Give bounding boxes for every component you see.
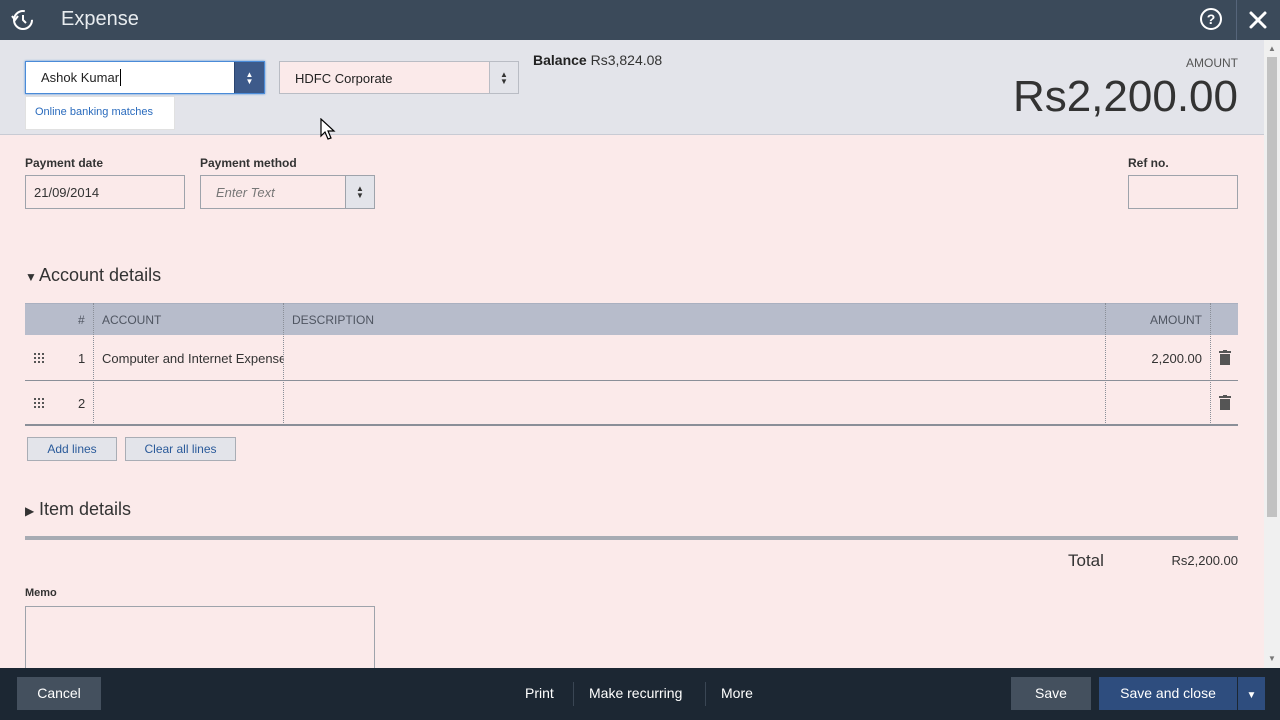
window-title: Expense <box>61 8 139 30</box>
payment-method-placeholder: Enter Text <box>216 185 275 200</box>
sort-arrows-icon: ▲ ▼ <box>245 69 254 86</box>
total-divider <box>25 536 1238 540</box>
scrollbar-thumb[interactable] <box>1267 57 1277 517</box>
chevron-down-icon: ▼ <box>1246 690 1257 701</box>
clear-all-lines-button[interactable]: Clear all lines <box>125 437 236 461</box>
col-account-header: ACCOUNT <box>102 313 162 327</box>
payment-date-value: 21/09/2014 <box>34 185 100 200</box>
column-divider <box>1105 303 1106 425</box>
payee-dropdown-button[interactable]: ▲ ▼ <box>234 62 264 93</box>
payment-method-select[interactable]: Enter Text ▲ ▼ <box>200 175 375 209</box>
col-num-header: # <box>78 313 85 327</box>
sort-arrows-icon: ▲ ▼ <box>500 69 508 86</box>
item-details-toggle[interactable]: ▶ Item details <box>25 499 131 520</box>
title-bar: Expense ? <box>0 0 1280 40</box>
memo-label: Memo <box>25 587 57 599</box>
total-value: Rs2,200.00 <box>1171 553 1239 568</box>
online-banking-matches-suggestion[interactable]: Online banking matches <box>25 96 175 130</box>
save-and-close-button[interactable]: Save and close <box>1099 677 1237 710</box>
amount-total: Rs2,200.00 <box>1012 72 1238 121</box>
table-row[interactable]: 2 <box>25 381 1238 426</box>
table-row[interactable]: 1 Computer and Internet Expense 2,200.00 <box>25 336 1238 381</box>
payment-date-label: Payment date <box>25 156 104 170</box>
save-options-dropdown-button[interactable]: ▼ <box>1238 677 1265 710</box>
cancel-button[interactable]: Cancel <box>17 677 101 710</box>
column-divider <box>283 303 284 425</box>
column-divider <box>93 303 94 425</box>
payment-account-value: HDFC Corporate <box>295 71 393 86</box>
help-icon[interactable]: ? <box>1199 7 1223 31</box>
total-label: Total <box>1068 551 1104 570</box>
footer-divider <box>705 682 706 706</box>
sort-arrows-icon: ▲ ▼ <box>356 184 364 200</box>
scroll-down-icon[interactable]: ▼ <box>1268 654 1276 663</box>
save-button[interactable]: Save <box>1011 677 1091 710</box>
payment-method-label: Payment method <box>200 156 297 170</box>
payee-input[interactable]: Ashok Kumar <box>41 70 119 85</box>
trash-icon[interactable] <box>1219 395 1231 410</box>
table-header: # ACCOUNT DESCRIPTION AMOUNT <box>25 303 1238 335</box>
balance-value: Rs3,824.08 <box>590 52 663 68</box>
expand-triangle-icon: ▶ <box>25 504 35 518</box>
close-icon[interactable] <box>1246 8 1270 32</box>
col-description-header: DESCRIPTION <box>292 313 375 327</box>
memo-textarea[interactable] <box>25 606 375 676</box>
text-caret <box>120 69 121 86</box>
add-lines-button[interactable]: Add lines <box>27 437 117 461</box>
item-details-title: Item details <box>39 499 132 519</box>
row-number: 1 <box>78 351 86 366</box>
more-button[interactable]: More <box>721 685 753 701</box>
ref-no-field[interactable] <box>1128 175 1238 209</box>
column-divider <box>1210 303 1211 425</box>
footer-bar: Cancel Print Make recurring More Save Sa… <box>0 668 1280 720</box>
payment-account-select[interactable]: HDFC Corporate ▲ ▼ <box>279 61 519 94</box>
account-details-title: Account details <box>39 265 162 285</box>
footer-divider <box>573 682 574 706</box>
vertical-scrollbar[interactable]: ▲ ▼ <box>1264 40 1280 668</box>
print-button[interactable]: Print <box>525 685 554 701</box>
row-account[interactable]: Computer and Internet Expense <box>102 351 284 366</box>
payment-method-dropdown-button[interactable]: ▲ ▼ <box>345 176 374 208</box>
title-divider <box>1236 0 1237 40</box>
collapse-triangle-icon: ▼ <box>25 270 37 284</box>
ref-no-label: Ref no. <box>1128 156 1169 170</box>
scroll-up-icon[interactable]: ▲ <box>1268 44 1276 53</box>
make-recurring-button[interactable]: Make recurring <box>589 685 682 701</box>
payment-account-dropdown-button[interactable]: ▲ ▼ <box>489 62 518 93</box>
svg-text:?: ? <box>1207 11 1216 27</box>
account-details-toggle[interactable]: ▼ Account details <box>25 265 161 286</box>
row-number: 2 <box>78 396 86 411</box>
drag-handle-icon[interactable] <box>34 398 44 408</box>
amount-label: AMOUNT <box>1186 56 1238 70</box>
drag-handle-icon[interactable] <box>34 353 44 363</box>
balance-label: Balance <box>533 52 587 68</box>
mouse-pointer-icon <box>320 118 336 140</box>
suggestion-label: Online banking matches <box>35 106 154 118</box>
balance-display: Balance Rs3,824.08 <box>533 52 662 68</box>
recent-transactions-icon[interactable] <box>10 7 36 33</box>
payment-date-field[interactable]: 21/09/2014 <box>25 175 185 209</box>
row-amount[interactable]: 2,200.00 <box>1105 351 1202 366</box>
payee-combobox[interactable]: Ashok Kumar ▲ ▼ <box>25 61 265 94</box>
col-amount-header: AMOUNT <box>1150 313 1202 327</box>
trash-icon[interactable] <box>1219 350 1231 365</box>
